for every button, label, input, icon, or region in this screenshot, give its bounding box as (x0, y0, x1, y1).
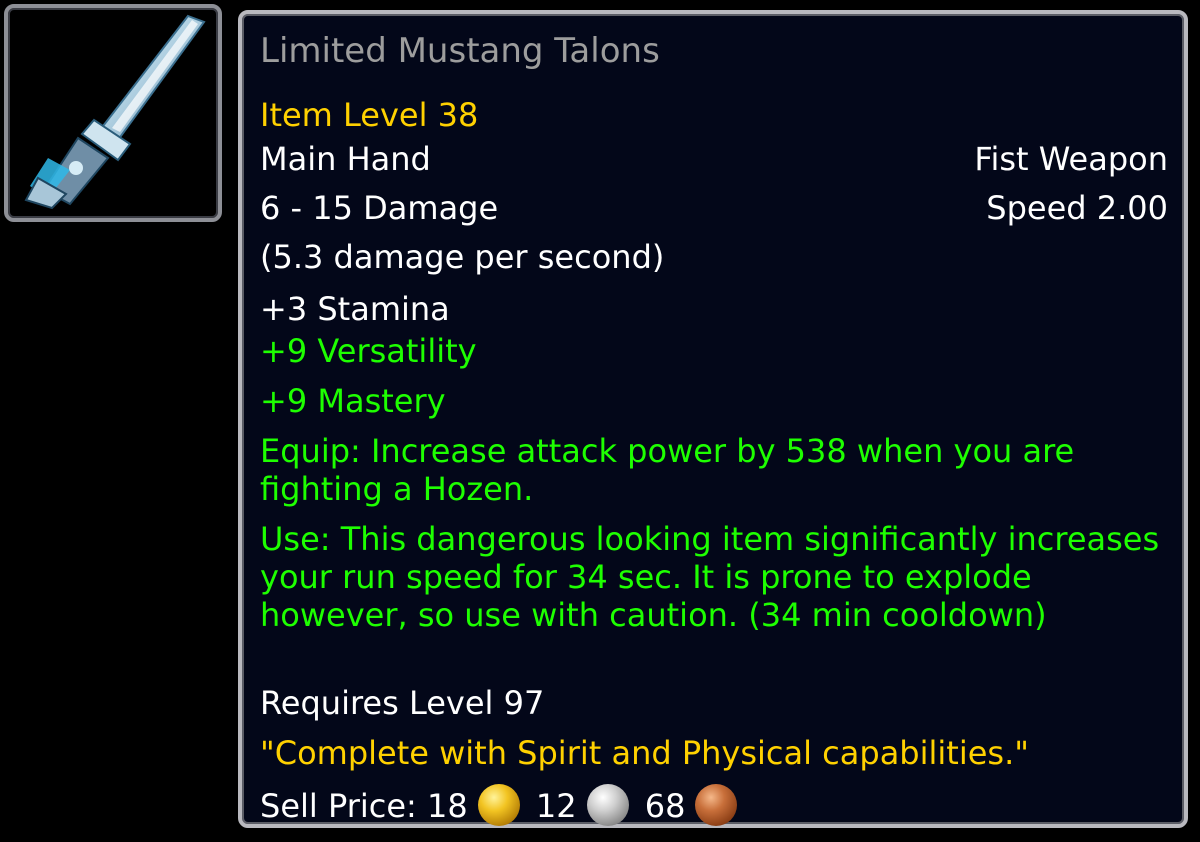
weapon-dps: (5.3 damage per second) (260, 238, 665, 276)
flavor-text: "Complete with Spirit and Physical capab… (260, 734, 1029, 772)
level-requirement: Requires Level 97 (260, 684, 545, 722)
silver-amount: 12 (535, 787, 577, 825)
damage-row: 6 - 15 Damage Speed 2.00 (260, 189, 1168, 227)
item-icon-frame[interactable] (4, 4, 222, 222)
gold-amount: 18 (426, 787, 468, 825)
item-name: Limited Mustang Talons (260, 31, 660, 71)
sell-price: Sell Price: 18 12 68 (260, 784, 1168, 826)
weapon-damage: 6 - 15 Damage (260, 189, 499, 227)
stat-stamina: +3 Stamina (260, 290, 450, 328)
item-level: Item Level 38 (260, 96, 479, 134)
gold-coin-icon (477, 784, 520, 826)
weapon-speed: Speed 2.00 (986, 189, 1168, 227)
stat-mastery: +9 Mastery (260, 382, 446, 420)
fist-weapon-icon (24, 14, 206, 210)
copper-coin-icon (695, 784, 738, 826)
silver-coin-icon (586, 784, 629, 826)
slot-row: Main Hand Fist Weapon (260, 140, 1168, 178)
use-effect: Use: This dangerous looking item signifi… (260, 520, 1160, 634)
copper-amount: 68 (644, 787, 686, 825)
weapon-type: Fist Weapon (974, 140, 1168, 178)
item-tooltip: Limited Mustang Talons Item Level 38 Mai… (238, 10, 1188, 828)
stat-versatility: +9 Versatility (260, 332, 477, 370)
item-slot: Main Hand (260, 140, 431, 178)
sell-price-label: Sell Price: (260, 787, 417, 825)
equip-effect: Equip: Increase attack power by 538 when… (260, 432, 1075, 508)
